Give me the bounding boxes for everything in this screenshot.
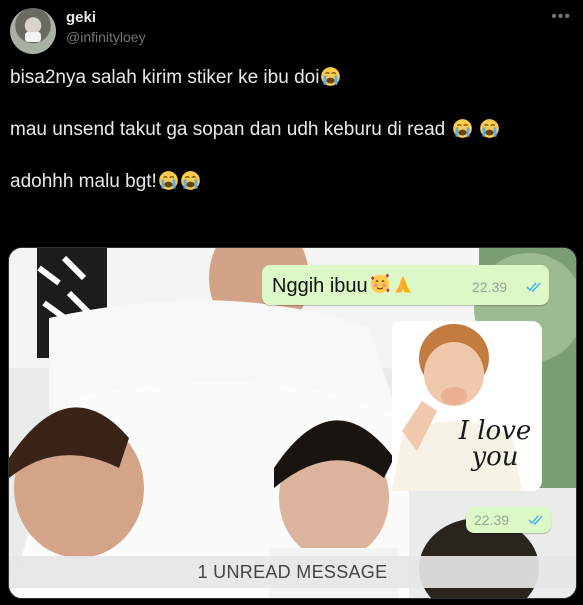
tweet-text: bisa2nya salah kirim stiker ke ibu doi m… [10,64,575,220]
sticker-caption-line-2: you [471,442,519,472]
loudly-crying-face-icon [180,170,201,191]
message-timestamp: 22.39 [472,279,508,295]
tweet-media-image[interactable]: Nggih ibuu 22.39 I love you 22.39 1 UNRE… [8,247,577,599]
user-handle[interactable]: @infinityloey [66,29,146,45]
double-check-icon [528,514,546,526]
unread-banner: 1 UNREAD MESSAGE [9,556,576,588]
more-icon[interactable]: ••• [551,8,571,26]
avatar[interactable] [10,8,56,54]
chat-message-text: Nggih ibuu [272,273,414,298]
loudly-crying-face-icon [479,118,500,139]
sticker-image[interactable]: I love you [372,316,545,496]
smiling-face-with-hearts-icon [369,273,391,295]
loudly-crying-face-icon [452,118,473,139]
tweet-line-1: bisa2nya salah kirim stiker ke ibu doi [10,64,575,91]
sticker-timestamp-bubble: 22.39 [466,507,551,533]
tweet-line-2: mau unsend takut ga sopan dan udh keburu… [10,116,575,143]
loudly-crying-face-icon [158,170,179,191]
folded-hands-icon [392,273,414,295]
sticker-caption: I love you [450,418,540,470]
loudly-crying-face-icon [320,66,341,87]
sticker-caption-line-1: I love [458,416,532,446]
sticker-timestamp: 22.39 [474,512,510,528]
double-check-icon [526,281,544,293]
display-name[interactable]: geki [66,9,96,26]
chat-message-bubble[interactable]: Nggih ibuu 22.39 [262,265,549,305]
tweet-header: geki @infinityloey ••• [10,6,575,54]
tweet-line-3: adohhh malu bgt! [10,168,575,195]
unread-banner-label: 1 UNREAD MESSAGE [197,562,388,582]
